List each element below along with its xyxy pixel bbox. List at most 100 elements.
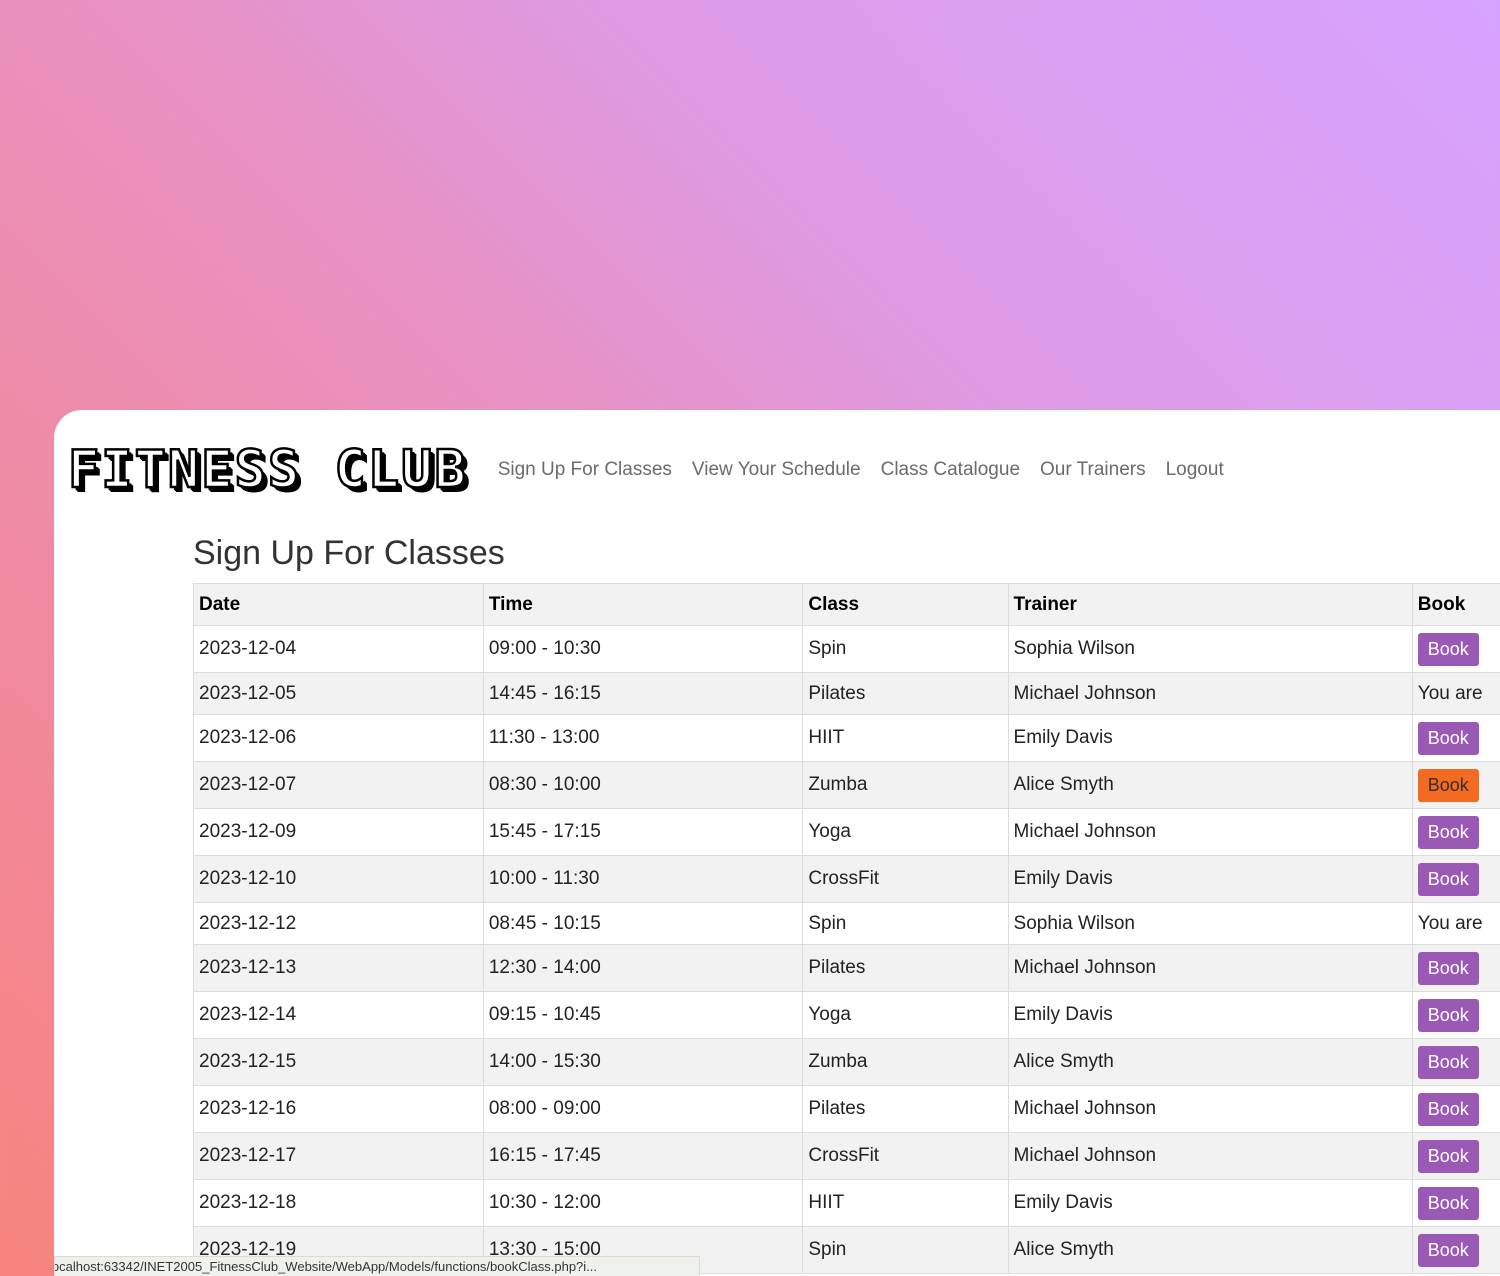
book-button[interactable]: Book — [1417, 1045, 1479, 1079]
classes-table-wrapper: Date Time Class Trainer Book 2023-12-04 0… — [193, 583, 1500, 1274]
cell-time: 08:30 - 10:00 — [482, 761, 804, 809]
nav-our-trainers[interactable]: Our Trainers — [1040, 459, 1146, 481]
booked-status-text: You are — [1417, 682, 1483, 704]
column-header-class: Class — [802, 583, 1009, 626]
book-button[interactable]: Book — [1417, 951, 1479, 985]
table-row: 2023-12-14 09:15 - 10:45 Yoga Emily Davis Bo… — [193, 991, 1500, 1039]
nav-sign-up-for-classes[interactable]: Sign Up For Classes — [498, 459, 672, 481]
cell-time: 11:30 - 13:00 — [482, 714, 804, 762]
cell-class: CrossFit — [802, 855, 1009, 903]
cell-time: 08:45 - 10:15 — [482, 902, 804, 945]
browser-page: FITNESS CLUB Sign Up For Classes View Yo… — [54, 410, 1500, 1276]
book-button[interactable]: Book — [1417, 1233, 1479, 1267]
cell-book: You are — [1411, 902, 1500, 945]
book-button[interactable]: Book — [1417, 768, 1479, 802]
cell-trainer: Emily Davis — [1007, 855, 1413, 903]
cell-time: 12:30 - 14:00 — [482, 944, 804, 992]
cell-trainer: Michael Johnson — [1007, 944, 1413, 992]
cell-trainer: Alice Smyth — [1007, 1226, 1413, 1274]
table-row: 2023-12-06 11:30 - 13:00 HIIT Emily Davis Bo… — [193, 714, 1500, 762]
booked-status-text: You are — [1417, 912, 1483, 934]
cell-date: 2023-12-16 — [193, 1085, 484, 1133]
table-row: 2023-12-09 15:45 - 17:15 Yoga Michael Johns… — [193, 808, 1500, 856]
table-header-row: Date Time Class Trainer Book — [193, 583, 1500, 626]
table-row: 2023-12-12 08:45 - 10:15 Spin Sophia Wilson… — [193, 902, 1500, 945]
cell-class: HIIT — [802, 1179, 1009, 1227]
cell-trainer: Michael Johnson — [1007, 1085, 1413, 1133]
cell-book: Book — [1411, 625, 1500, 673]
cell-class: HIIT — [802, 714, 1009, 762]
cell-class: Spin — [802, 902, 1009, 945]
column-header-time: Time — [482, 583, 804, 626]
table-row: 2023-12-04 09:00 - 10:30 Spin Sophia Wilson… — [193, 625, 1500, 673]
page-title: Sign Up For Classes — [193, 534, 505, 572]
navbar: FITNESS CLUB Sign Up For Classes View Yo… — [67, 439, 1224, 502]
cell-date: 2023-12-14 — [193, 991, 484, 1039]
cell-class: Pilates — [802, 944, 1009, 992]
cell-class: Spin — [802, 625, 1009, 673]
cell-class: CrossFit — [802, 1132, 1009, 1180]
table-row: 2023-12-18 10:30 - 12:00 HIIT Emily Davis Bo… — [193, 1179, 1500, 1227]
table-row: 2023-12-10 10:00 - 11:30 CrossFit Emily Dav… — [193, 855, 1500, 903]
book-button[interactable]: Book — [1417, 1092, 1479, 1126]
cell-date: 2023-12-12 — [193, 902, 484, 945]
cell-date: 2023-12-13 — [193, 944, 484, 992]
cell-book: You are — [1411, 672, 1500, 715]
cell-trainer: Sophia Wilson — [1007, 902, 1413, 945]
nav-view-your-schedule[interactable]: View Your Schedule — [692, 459, 861, 481]
cell-trainer: Alice Smyth — [1007, 1038, 1413, 1086]
cell-date: 2023-12-15 — [193, 1038, 484, 1086]
table-row: 2023-12-05 14:45 - 16:15 Pilates Michael Jo… — [193, 672, 1500, 715]
cell-trainer: Michael Johnson — [1007, 808, 1413, 856]
cell-time: 16:15 - 17:45 — [482, 1132, 804, 1180]
table-row: 2023-12-15 14:00 - 15:30 Zumba Alice Smyth B… — [193, 1038, 1500, 1086]
cell-date: 2023-12-10 — [193, 855, 484, 903]
book-button[interactable]: Book — [1417, 1186, 1479, 1220]
cell-trainer: Alice Smyth — [1007, 761, 1413, 809]
cell-time: 14:00 - 15:30 — [482, 1038, 804, 1086]
cell-book: Book — [1411, 1132, 1500, 1180]
cell-trainer: Emily Davis — [1007, 1179, 1413, 1227]
cell-book: Book — [1411, 1085, 1500, 1133]
cell-book: Book — [1411, 944, 1500, 992]
nav-links: Sign Up For Classes View Your Schedule C… — [498, 459, 1224, 481]
book-button[interactable]: Book — [1417, 632, 1479, 666]
cell-book: Book — [1411, 761, 1500, 809]
cell-class: Yoga — [802, 991, 1009, 1039]
browser-status-bar: localhost:63342/INET2005_FitnessClub_Web… — [54, 1256, 700, 1276]
cell-date: 2023-12-07 — [193, 761, 484, 809]
table-row: 2023-12-17 16:15 - 17:45 CrossFit Michael J… — [193, 1132, 1500, 1180]
nav-logout[interactable]: Logout — [1166, 459, 1224, 481]
column-header-book: Book — [1411, 583, 1500, 626]
cell-book: Book — [1411, 855, 1500, 903]
cell-class: Pilates — [802, 672, 1009, 715]
cell-time: 15:45 - 17:15 — [482, 808, 804, 856]
column-header-trainer: Trainer — [1007, 583, 1413, 626]
table-row: 2023-12-07 08:30 - 10:00 Zumba Alice Smyth B… — [193, 761, 1500, 809]
cell-book: Book — [1411, 991, 1500, 1039]
cell-date: 2023-12-06 — [193, 714, 484, 762]
table-row: 2023-12-16 08:00 - 09:00 Pilates Michael Jo… — [193, 1085, 1500, 1133]
cell-trainer: Emily Davis — [1007, 714, 1413, 762]
cell-time: 14:45 - 16:15 — [482, 672, 804, 715]
cell-time: 10:30 - 12:00 — [482, 1179, 804, 1227]
cell-class: Pilates — [802, 1085, 1009, 1133]
cell-book: Book — [1411, 1226, 1500, 1274]
cell-time: 09:15 - 10:45 — [482, 991, 804, 1039]
site-logo[interactable]: FITNESS CLUB — [67, 439, 468, 502]
column-header-date: Date — [193, 583, 484, 626]
cell-date: 2023-12-05 — [193, 672, 484, 715]
cell-time: 10:00 - 11:30 — [482, 855, 804, 903]
book-button[interactable]: Book — [1417, 721, 1479, 755]
book-button[interactable]: Book — [1417, 1139, 1479, 1173]
book-button[interactable]: Book — [1417, 862, 1479, 896]
cell-class: Zumba — [802, 1038, 1009, 1086]
cell-date: 2023-12-04 — [193, 625, 484, 673]
cell-class: Spin — [802, 1226, 1009, 1274]
book-button[interactable]: Book — [1417, 998, 1479, 1032]
book-button[interactable]: Book — [1417, 815, 1479, 849]
cell-date: 2023-12-17 — [193, 1132, 484, 1180]
cell-trainer: Michael Johnson — [1007, 1132, 1413, 1180]
cell-date: 2023-12-09 — [193, 808, 484, 856]
nav-class-catalogue[interactable]: Class Catalogue — [881, 459, 1020, 481]
